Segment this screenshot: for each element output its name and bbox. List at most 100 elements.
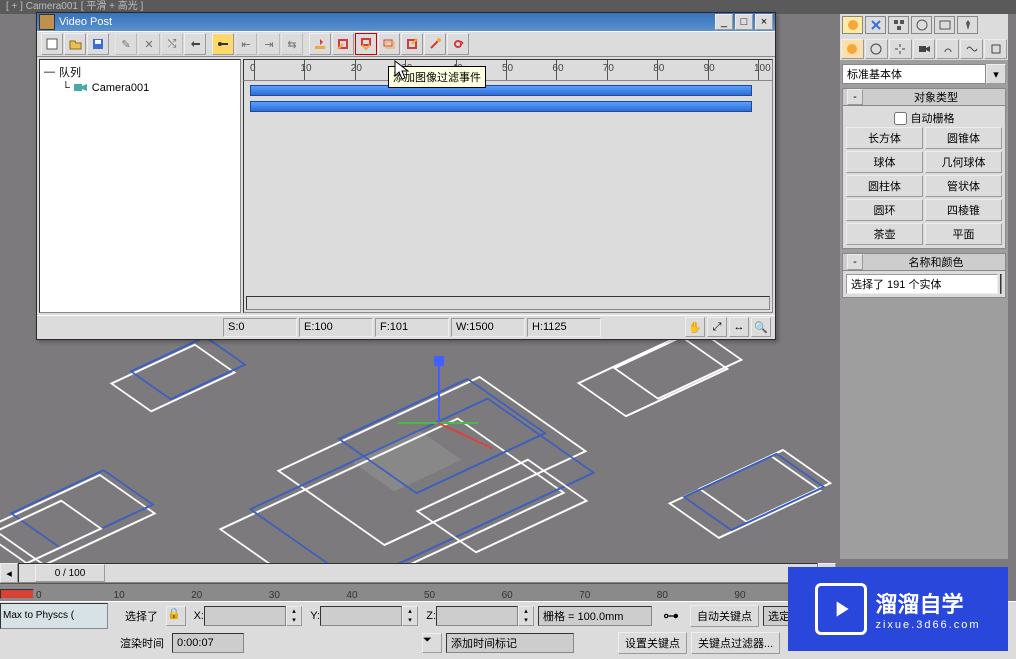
zoom-time-icon[interactable]: ↔ [729,317,749,337]
save-sequence-icon[interactable] [87,33,109,55]
abut-icon[interactable]: ⇆ [281,33,303,55]
edit-range-icon[interactable] [212,33,234,55]
helpers-tab-icon[interactable] [936,39,959,59]
shapes-tab-icon[interactable] [865,39,888,59]
geo-四棱锥[interactable]: 四棱锥 [925,199,1002,221]
status-e: E:100 [299,318,373,337]
autogrid-label: 自动栅格 [911,110,955,126]
video-post-toolbar: ✎ ✕ ⤭ ⇤ ⇥ ⇆ [37,31,775,57]
cameras-tab-icon[interactable] [913,39,936,59]
geo-圆柱体[interactable]: 圆柱体 [846,175,923,197]
add-external-event-icon[interactable] [424,33,446,55]
motion-panel-icon[interactable] [911,16,932,34]
command-panel: 标准基本体 ▾ -对象类型 自动栅格 长方体圆锥体球体几何球体圆柱体管状体圆环四… [840,14,1008,559]
set-key-button[interactable]: 设置关键点 [618,632,687,654]
autogrid-checkbox[interactable] [894,112,907,125]
add-filter-event-icon[interactable] [355,33,377,55]
add-loop-event-icon[interactable] [447,33,469,55]
object-type-header[interactable]: -对象类型 [843,89,1005,106]
add-layer-event-icon[interactable] [378,33,400,55]
time-tag-icon[interactable]: ⏷ [422,633,442,653]
zoom-region-icon[interactable]: 🔍 [751,317,771,337]
timeline-ruler[interactable]: 0102030405060708090100 [243,59,773,81]
geo-圆环[interactable]: 圆环 [846,199,923,221]
maxscript-prompt[interactable]: Max to Physcs ( [0,603,108,629]
geometry-tab-icon[interactable] [841,39,864,59]
video-post-title: Video Post [59,16,112,28]
pan-icon[interactable]: ✋ [685,317,705,337]
spacewarps-tab-icon[interactable] [960,39,983,59]
add-output-event-icon[interactable] [401,33,423,55]
lights-tab-icon[interactable] [889,39,912,59]
add-time-tag[interactable]: 添加时间标记 [446,633,574,653]
status-w: W:1500 [451,318,525,337]
video-post-status: S:0 E:100 F:101 W:1500 H:1125 ✋ ⤢ ↔ 🔍 [37,315,775,338]
active-range-marker[interactable] [0,589,34,599]
selection-label: 选择了 [112,608,162,624]
geo-管状体[interactable]: 管状体 [925,175,1002,197]
status-s: S:0 [223,318,297,337]
render-time-label: 渲染时间 [108,635,168,651]
name-input[interactable] [846,274,998,294]
x-spinner[interactable]: ▴▾ [286,606,302,626]
status-h: H:1125 [527,318,601,337]
color-swatch[interactable] [1000,274,1002,294]
y-input[interactable] [320,606,402,626]
utilities-panel-icon[interactable] [957,16,978,34]
swap-event-icon[interactable]: ⤭ [161,33,183,55]
geometry-dropdown[interactable]: 标准基本体 [842,64,986,84]
track-bar[interactable] [250,85,752,96]
z-label: Z: [422,610,436,622]
z-input[interactable] [436,606,518,626]
dropdown-arrow-icon[interactable]: ▾ [986,64,1006,84]
geo-长方体[interactable]: 长方体 [846,127,923,149]
geo-平面[interactable]: 平面 [925,223,1002,245]
display-panel-icon[interactable] [934,16,955,34]
app-icon [39,14,55,30]
queue-root[interactable]: — 队列 [44,64,236,80]
h-scrollbar[interactable] [246,296,770,310]
render-time-value: 0:00:07 [172,633,244,653]
open-sequence-icon[interactable] [64,33,86,55]
play-icon [815,583,867,635]
name-color-header[interactable]: -名称和颜色 [843,254,1005,271]
close-button[interactable]: × [755,14,773,30]
y-label: Y: [306,610,320,622]
geo-茶壶[interactable]: 茶壶 [846,223,923,245]
modify-panel-icon[interactable] [865,16,886,34]
auto-key-button[interactable]: 自动关键点 [690,605,759,627]
time-slider[interactable]: ◂ 0 / 100 ▸ [0,563,836,583]
key-mode-icon[interactable]: ⊶ [656,606,686,626]
y-spinner[interactable]: ▴▾ [402,606,418,626]
maximize-button[interactable]: □ [735,14,753,30]
track-bar[interactable] [250,101,752,112]
key-filter-button[interactable]: 关键点过滤器... [691,632,780,654]
geo-球体[interactable]: 球体 [846,151,923,173]
prev-frame-icon[interactable]: ◂ [0,563,18,583]
delete-event-icon[interactable]: ✕ [138,33,160,55]
geo-几何球体[interactable]: 几何球体 [925,151,1002,173]
time-ruler[interactable]: 0102030405060708090100 [0,583,836,603]
camera-entry[interactable]: └ Camera001 [44,80,236,96]
hierarchy-panel-icon[interactable] [888,16,909,34]
execute-icon[interactable] [184,33,206,55]
add-input-event-icon[interactable] [332,33,354,55]
x-input[interactable] [204,606,286,626]
align-right-icon[interactable]: ⇥ [258,33,280,55]
z-spinner[interactable]: ▴▾ [518,606,534,626]
geo-圆锥体[interactable]: 圆锥体 [925,127,1002,149]
zoom-extents-icon[interactable]: ⤢ [707,317,727,337]
add-scene-event-icon[interactable] [309,33,331,55]
new-sequence-icon[interactable] [41,33,63,55]
align-left-icon[interactable]: ⇤ [235,33,257,55]
timeline-tracks[interactable] [243,81,773,313]
lock-selection-icon[interactable]: 🔒 [166,606,186,626]
status-f: F:101 [375,318,449,337]
time-handle[interactable]: 0 / 100 [35,564,105,582]
systems-tab-icon[interactable] [984,39,1007,59]
create-panel-icon[interactable] [842,16,863,34]
edit-event-icon[interactable]: ✎ [115,33,137,55]
queue-tree[interactable]: — 队列 └ Camera001 [39,59,241,313]
minimize-button[interactable]: _ [715,14,733,30]
video-post-titlebar[interactable]: Video Post _ □ × [37,13,775,31]
